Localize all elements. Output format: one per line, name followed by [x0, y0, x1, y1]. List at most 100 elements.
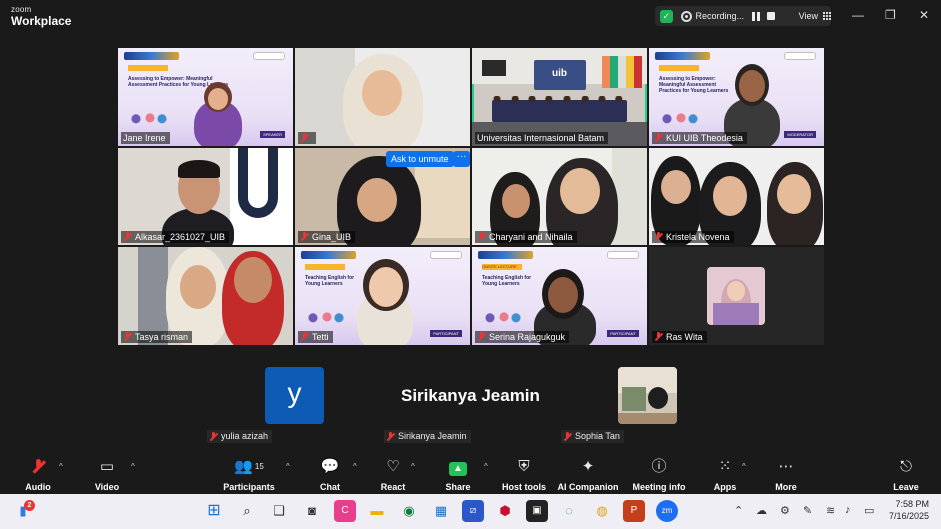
microsoft-store-icon[interactable]: ▦ — [430, 500, 452, 522]
role-badge: PARTICIPANT — [607, 330, 639, 337]
edge-browser-icon[interactable]: ◉ — [398, 500, 420, 522]
leave-button[interactable]: ⎋ Leave — [871, 458, 941, 492]
video-tile-tetti[interactable]: Teaching English for Young Learners PART… — [295, 247, 470, 345]
ask-to-unmute-button[interactable]: Ask to unmute — [386, 151, 454, 167]
powerpoint-icon[interactable]: P — [623, 500, 645, 522]
system-clock[interactable]: 7:58 PM 7/16/2025 — [889, 498, 929, 522]
notion-icon[interactable]: ▣ — [526, 500, 548, 522]
share-label: Share — [445, 482, 471, 492]
participant-name-tag: KUI UIB Theodesia — [652, 132, 747, 144]
meeting-toolbar: Audio ^ ▭ Video ^ 👥 15 Participants ^ 💬 C… — [0, 452, 941, 494]
apps-label: Apps — [713, 482, 737, 492]
canva-icon[interactable]: C — [334, 500, 356, 522]
host-tools-button[interactable]: ⛨ Host tools — [489, 458, 559, 492]
video-tile-participant-2[interactable] — [295, 48, 470, 146]
participant-name: Alkasar_2361027_UIB — [135, 232, 226, 242]
pen-icon[interactable]: ✎ — [803, 504, 812, 517]
chat-options-chevron-icon[interactable]: ^ — [353, 462, 357, 471]
onedrive-icon[interactable]: ☁ — [756, 504, 767, 517]
participants-button[interactable]: 👥 15 Participants — [214, 458, 284, 492]
ai-companion-button[interactable]: ✦ AI Companion — [553, 458, 623, 492]
slide-tag — [128, 65, 168, 71]
participant-name-tag: Sirikanya Jeamin — [384, 430, 471, 443]
participant-name-tag: Alkasar_2361027_UIB — [121, 231, 230, 243]
participant-name-tag: Kristela Novena — [652, 231, 734, 243]
slide-title: Assessing to Empower: Meaningful Assessm… — [659, 76, 729, 94]
more-button[interactable]: ⋯ More — [751, 458, 821, 492]
leave-door-icon: ⎋ — [900, 458, 912, 475]
muted-mic-icon — [123, 232, 132, 242]
clock-time: 7:58 PM — [895, 499, 929, 509]
task-view-icon[interactable]: ❑ — [268, 500, 290, 522]
apps-button[interactable]: ⁙ Apps — [690, 458, 760, 492]
mcafee-icon[interactable]: ⬢ — [494, 500, 516, 522]
grid-view-icon — [822, 12, 831, 21]
network-icon[interactable]: ⚙ — [780, 504, 790, 517]
video-tile-uib-room[interactable]: uib Universitas Internasional Batam — [472, 48, 647, 146]
video-tile-jane-irene[interactable]: Assessing to Empower: Meaningful Assessm… — [118, 48, 293, 146]
participant-name-tag: Tetti — [298, 331, 333, 343]
video-tile-kui-uib-theodesia[interactable]: Assessing to Empower: Meaningful Assessm… — [649, 48, 824, 146]
avatar-yulia-azizah[interactable]: y — [265, 367, 324, 424]
react-options-chevron-icon[interactable]: ^ — [411, 462, 415, 471]
video-tile-alkasar[interactable]: Alkasar_2361027_UIB — [118, 148, 293, 245]
volume-icon[interactable]: ♪ — [845, 504, 851, 516]
muted-mic-icon — [300, 232, 309, 242]
video-tile-serina-rajagukguk[interactable]: ONSITE LECTURE Teaching English for Youn… — [472, 247, 647, 345]
video-tile-tasya-risman[interactable]: Tasya risman — [118, 247, 293, 345]
sparkle-icon: ✦ — [581, 458, 595, 475]
react-button[interactable]: ♡ React — [358, 458, 428, 492]
participant-name: Universitas Internasional Batam — [477, 133, 605, 143]
video-options-chevron-icon[interactable]: ^ — [131, 462, 135, 471]
video-tile-kristela-novena[interactable]: Kristela Novena — [649, 148, 824, 245]
audio-label: Audio — [25, 482, 51, 492]
view-button[interactable]: View — [799, 11, 831, 21]
share-button[interactable]: ▲ Share — [423, 458, 493, 492]
pause-recording-button[interactable] — [752, 11, 761, 21]
windows-start-icon[interactable]: ⊞ — [203, 500, 225, 522]
shield-icon: ⛨ — [518, 458, 530, 475]
apps-options-chevron-icon[interactable]: ^ — [742, 462, 746, 471]
avatar-sophia-tan[interactable] — [618, 367, 677, 424]
share-options-chevron-icon[interactable]: ^ — [484, 462, 488, 471]
zoom-logo: zoom Workplace — [11, 6, 72, 28]
chat-label: Chat — [320, 482, 340, 492]
audio-options-chevron-icon[interactable]: ^ — [59, 462, 63, 471]
participant-name: Kristela Novena — [666, 232, 730, 242]
chrome-icon[interactable]: ◍ — [591, 500, 613, 522]
participants-options-chevron-icon[interactable]: ^ — [286, 462, 290, 471]
app-icon[interactable]: ⧄ — [462, 500, 484, 522]
stop-recording-button[interactable] — [766, 12, 775, 20]
zoom-app-icon[interactable]: zm — [656, 500, 678, 522]
participant-name-tag: yulia azizah — [207, 430, 273, 443]
minimize-icon[interactable]: — — [852, 8, 864, 22]
participant-name: Serina Rajagukguk — [489, 332, 566, 342]
show-hidden-icons-chevron-icon[interactable]: ⌃ — [734, 504, 743, 517]
participants-label: Participants — [223, 482, 275, 492]
camera-app-icon[interactable]: ◙ — [301, 500, 323, 522]
video-label: Video — [94, 482, 120, 492]
featured-participant-name: Sirikanya Jeamin — [401, 386, 540, 405]
muted-mic-icon — [300, 133, 309, 143]
heart-icon: ♡ — [386, 458, 400, 475]
whatsapp-icon[interactable]: ◌ — [558, 500, 580, 522]
encryption-shield-icon[interactable]: ✓ — [660, 9, 673, 23]
participant-profile-picture — [707, 267, 765, 325]
participant-name: Gina_UIB — [312, 232, 352, 242]
brand-name: Workplace — [11, 14, 72, 28]
muted-mic-icon — [654, 332, 663, 342]
wifi-icon[interactable]: ≋ — [826, 504, 835, 517]
meeting-info-button[interactable]: ⓘ Meeting info — [624, 458, 694, 492]
battery-icon[interactable]: ▭ — [864, 504, 874, 517]
file-explorer-icon[interactable]: ▬ — [366, 500, 388, 522]
video-tile-charyani-nihaila[interactable]: Charyani and Nihaila — [472, 148, 647, 245]
participant-name-tag: Gina_UIB — [298, 231, 356, 243]
video-tile-ras-wita[interactable]: Ras Wita — [649, 247, 824, 345]
maximize-icon[interactable]: ❐ — [885, 8, 896, 22]
participant-name: Ras Wita — [666, 332, 703, 342]
participant-name-tag: Serina Rajagukguk — [475, 331, 570, 343]
search-icon[interactable]: ⌕ — [236, 500, 258, 522]
more-options-button[interactable]: ··· — [453, 151, 470, 167]
role-badge: SPEAKER — [260, 131, 285, 138]
close-icon[interactable]: ✕ — [919, 8, 929, 22]
